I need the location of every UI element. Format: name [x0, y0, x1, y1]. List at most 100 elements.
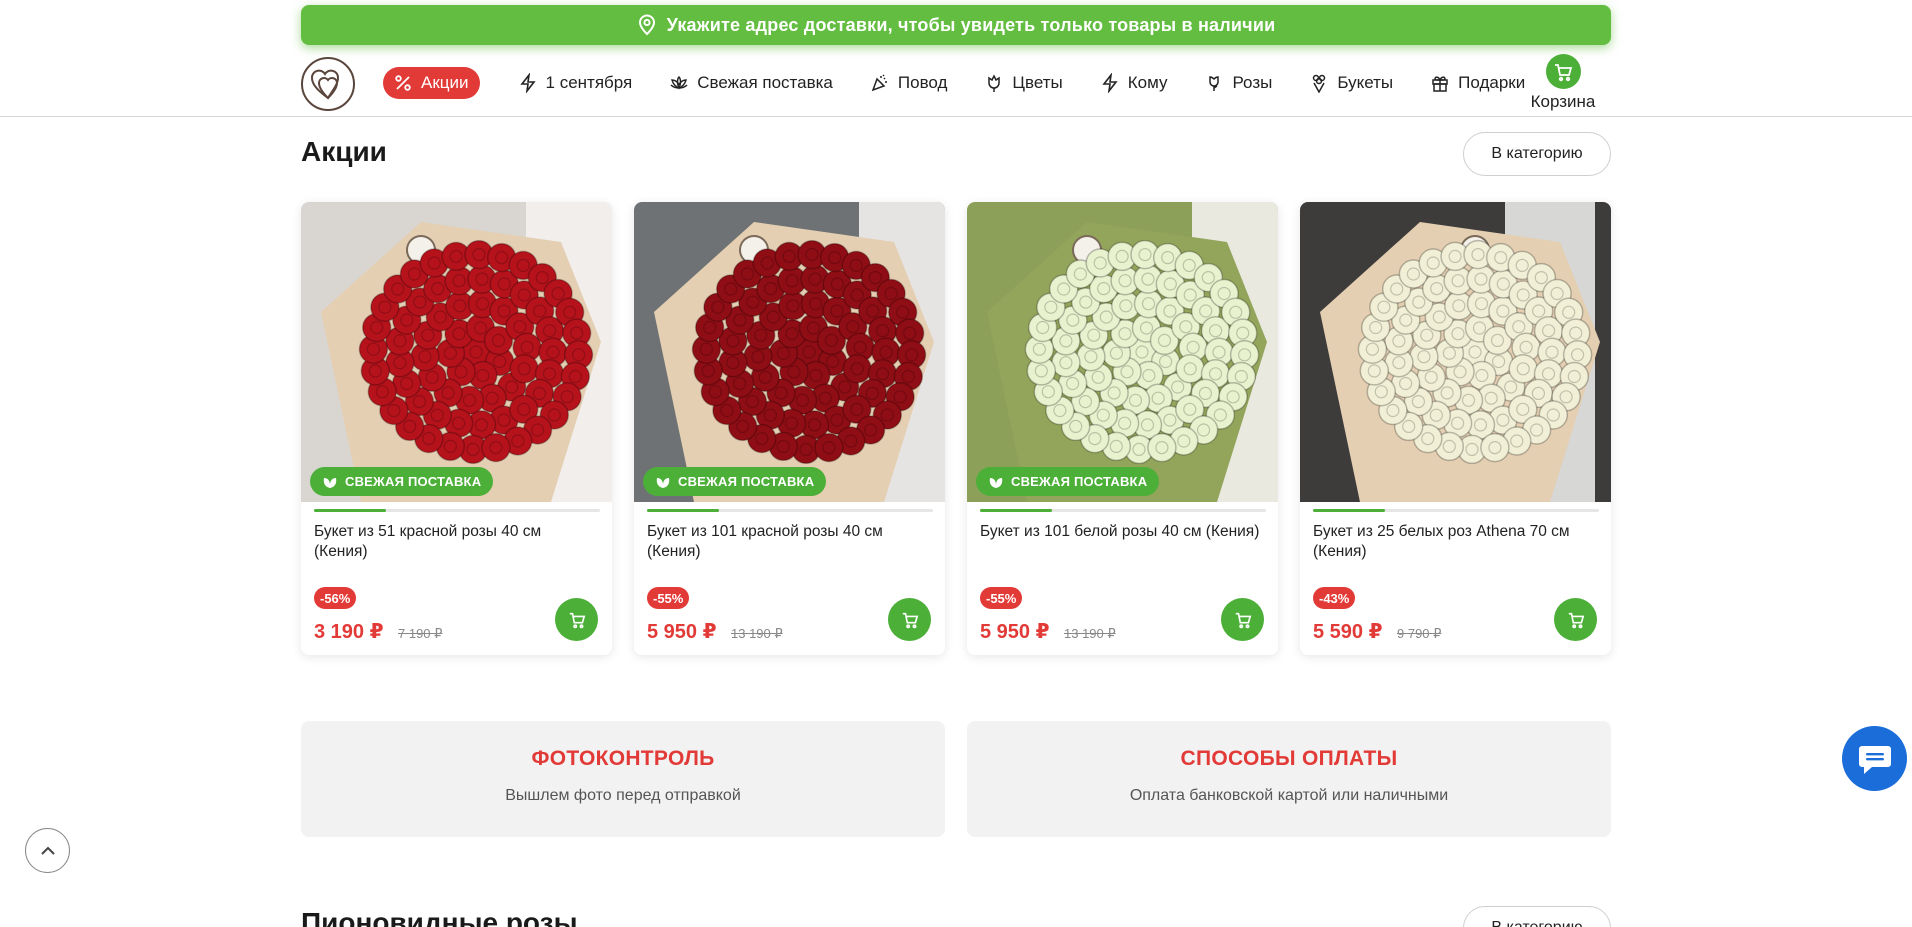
- progress-fill: [980, 509, 1052, 512]
- percent-icon: [395, 75, 411, 91]
- cart-icon: [1555, 63, 1573, 81]
- nav-item-bouquets[interactable]: Букеты: [1309, 66, 1393, 100]
- next-category-button[interactable]: В категорию: [1463, 906, 1611, 927]
- info-subtitle: Оплата банковской картой или наличными: [1129, 787, 1449, 804]
- delivery-address-banner[interactable]: Укажите адрес доставки, чтобы увидеть то…: [301, 5, 1611, 45]
- product-title[interactable]: Букет из 101 красной розы 40 см (Кения): [647, 522, 932, 562]
- stock-progress-bar: [1313, 509, 1599, 512]
- bouquet-photo: [301, 202, 612, 502]
- leaf-icon: [323, 477, 337, 488]
- bouquet-photo: [967, 202, 1278, 502]
- product-photo[interactable]: СВЕЖАЯ ПОСТАВКА: [967, 202, 1278, 502]
- nav-item-label: Розы: [1232, 73, 1273, 92]
- nav-item-flowers[interactable]: Цветы: [984, 66, 1063, 100]
- fresh-supply-label: СВЕЖАЯ ПОСТАВКА: [1011, 474, 1148, 489]
- map-pin-icon: [638, 14, 655, 36]
- cart-button[interactable]: Корзина: [1531, 54, 1595, 112]
- add-to-cart-button[interactable]: [1221, 598, 1264, 641]
- cart-label: Корзина: [1530, 92, 1596, 111]
- chat-bubble-icon: [1858, 745, 1891, 774]
- product-cards: СВЕЖАЯ ПОСТАВКА Букет из 51 красной розы…: [301, 202, 1633, 655]
- product-title[interactable]: Букет из 51 красной розы 40 см (Кения): [314, 522, 599, 562]
- bouquet-photo: [634, 202, 945, 502]
- fresh-supply-label: СВЕЖАЯ ПОСТАВКА: [678, 474, 815, 489]
- tulip-icon: [988, 74, 1001, 92]
- discount-badge: -55%: [980, 587, 1023, 609]
- main-nav: Акции 1 сентября Свежая поставка Повод Ц…: [383, 66, 1562, 100]
- party-popper-icon: [871, 74, 887, 92]
- product-photo[interactable]: СВЕЖАЯ ПОСТАВКА: [634, 202, 945, 502]
- payment-methods-block[interactable]: СПОСОБЫ ОПЛАТЫ Оплата банковской картой …: [967, 721, 1611, 837]
- nav-item-label: Свежая поставка: [697, 73, 833, 92]
- product-price: 5 950 ₽: [647, 621, 717, 643]
- nav-item-label: Подарки: [1458, 73, 1526, 92]
- cart-icon: [569, 612, 585, 628]
- nav-item-gifts[interactable]: Подарки: [1430, 66, 1525, 100]
- fresh-supply-badge: СВЕЖАЯ ПОСТАВКА: [310, 467, 494, 496]
- add-to-cart-button[interactable]: [1554, 598, 1597, 641]
- product-card[interactable]: СВЕЖАЯ ПОСТАВКА Букет из 101 красной роз…: [634, 202, 945, 655]
- product-photo[interactable]: СВЕЖАЯ ПОСТАВКА: [301, 202, 612, 502]
- product-title[interactable]: Букет из 101 белой розы 40 см (Кения): [980, 522, 1265, 542]
- fresh-supply-badge: СВЕЖАЯ ПОСТАВКА: [643, 467, 827, 496]
- old-price: 13 190 ₽: [1064, 626, 1116, 641]
- nav-item-occasion[interactable]: Повод: [870, 66, 948, 100]
- progress-fill: [647, 509, 719, 512]
- rose-icon: [1209, 76, 1220, 91]
- product-card[interactable]: Букет из 25 белых роз Athena 70 см (Кени…: [1300, 202, 1611, 655]
- chevron-up-icon: [40, 846, 55, 855]
- next-section-title: Пионовидные розы: [301, 907, 578, 927]
- fresh-supply-label: СВЕЖАЯ ПОСТАВКА: [345, 474, 482, 489]
- old-price: 7 190 ₽: [398, 626, 443, 641]
- discount-badge: -55%: [647, 587, 690, 609]
- heart-logo-icon: [311, 69, 339, 100]
- stock-progress-bar: [647, 509, 933, 512]
- nav-item-label: Повод: [897, 73, 948, 92]
- nav-item-recipient[interactable]: Кому: [1100, 66, 1168, 100]
- logo[interactable]: [301, 57, 355, 111]
- product-title[interactable]: Букет из 25 белых роз Athena 70 см (Кени…: [1313, 522, 1598, 562]
- info-title: ФОТОКОНТРОЛЬ: [531, 747, 715, 770]
- header: Акции 1 сентября Свежая поставка Повод Ц…: [0, 46, 1912, 117]
- nav-item-sept1[interactable]: 1 сентября: [518, 66, 633, 100]
- discount-badge: -56%: [314, 587, 357, 609]
- info-title: СПОСОБЫ ОПЛАТЫ: [1180, 747, 1398, 770]
- stock-progress-bar: [980, 509, 1266, 512]
- bouquet-photo: [1300, 202, 1611, 502]
- discount-badge: -43%: [1313, 587, 1356, 609]
- lotus-icon: [670, 75, 688, 90]
- nav-item-fresh[interactable]: Свежая поставка: [669, 66, 833, 100]
- lightning-icon: [1102, 73, 1118, 93]
- old-price: 9 790 ₽: [1397, 626, 1442, 641]
- fresh-supply-badge: СВЕЖАЯ ПОСТАВКА: [976, 467, 1160, 496]
- chat-button[interactable]: [1842, 726, 1907, 791]
- progress-fill: [1313, 509, 1385, 512]
- stock-progress-bar: [314, 509, 600, 512]
- product-price: 3 190 ₽: [314, 621, 384, 643]
- add-to-cart-button[interactable]: [888, 598, 931, 641]
- section-title: Акции: [301, 136, 387, 167]
- nav-item-label: 1 сентября: [545, 73, 633, 92]
- product-price: 5 590 ₽: [1313, 621, 1383, 643]
- category-button[interactable]: В категорию: [1463, 132, 1611, 176]
- nav-item-label: Акции: [421, 73, 469, 92]
- nav-item-promo[interactable]: Акции: [383, 67, 480, 99]
- product-card[interactable]: СВЕЖАЯ ПОСТАВКА Букет из 51 красной розы…: [301, 202, 612, 655]
- nav-item-roses[interactable]: Розы: [1204, 66, 1272, 100]
- gift-icon: [1432, 76, 1448, 92]
- photo-control-block[interactable]: ФОТОКОНТРОЛЬ Вышлем фото перед отправкой: [301, 721, 945, 837]
- old-price: 13 190 ₽: [731, 626, 783, 641]
- add-to-cart-button[interactable]: [555, 598, 598, 641]
- nav-item-label: Букеты: [1337, 73, 1394, 92]
- progress-fill: [314, 509, 386, 512]
- banner-text: Укажите адрес доставки, чтобы увидеть то…: [666, 14, 1276, 35]
- nav-item-label: Кому: [1127, 73, 1168, 92]
- product-card[interactable]: СВЕЖАЯ ПОСТАВКА Букет из 101 белой розы …: [967, 202, 1278, 655]
- product-photo[interactable]: [1300, 202, 1611, 502]
- bouquet-icon: [1313, 74, 1326, 93]
- cart-icon: [902, 612, 918, 628]
- leaf-icon: [656, 477, 670, 488]
- scroll-top-button[interactable]: [25, 828, 70, 873]
- product-price: 5 950 ₽: [980, 621, 1050, 643]
- info-subtitle: Вышлем фото перед отправкой: [505, 787, 741, 804]
